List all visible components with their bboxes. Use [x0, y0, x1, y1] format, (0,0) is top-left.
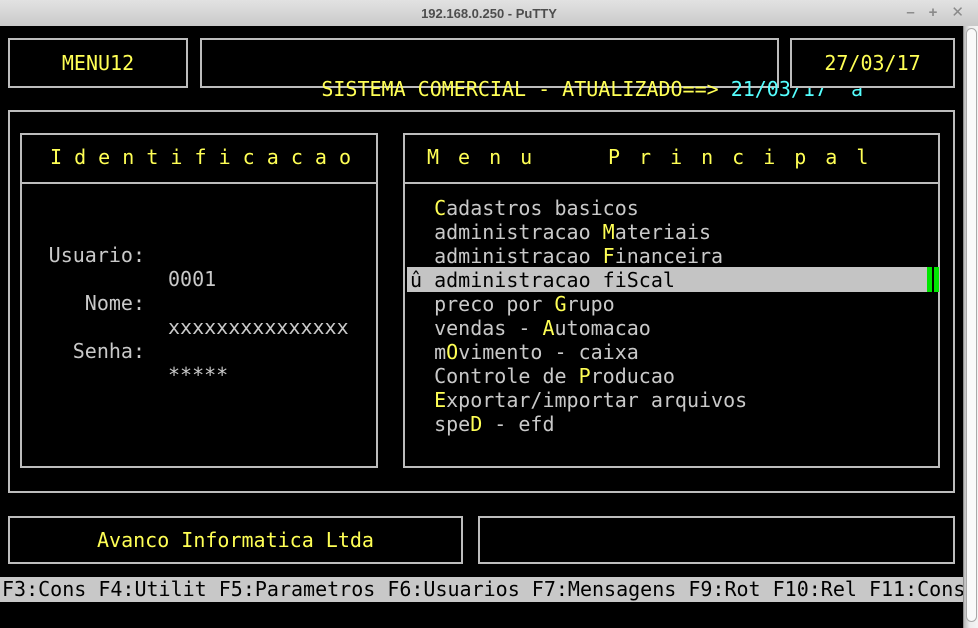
cursor-green-block [934, 267, 939, 292]
identification-panel: I d e n t i f i c a c a o Usuario: 0001 … [20, 133, 378, 468]
identification-header: I d e n t i f i c a c a o [22, 135, 376, 184]
putty-window: 192.168.0.250 - PuTTY – + ✕ MENU12 SISTE… [0, 0, 978, 628]
user-input[interactable]: 0001 [168, 267, 216, 291]
current-date: 27/03/17 [824, 51, 920, 75]
maximize-button[interactable]: + [929, 0, 938, 26]
menu-item[interactable]: preco por Grupo [410, 292, 615, 316]
user-field-row: Usuario: 0001 [22, 219, 118, 243]
menu-item[interactable]: administracao Materiais [410, 220, 711, 244]
current-date-box: 27/03/17 [790, 38, 955, 88]
menu-item[interactable]: mOvimento - caixa [410, 340, 639, 364]
password-input[interactable]: ***** [168, 363, 228, 387]
terminal-screen[interactable]: MENU12 SISTEMA COMERCIAL - ATUALIZADO==>… [0, 26, 963, 628]
system-title-box: SISTEMA COMERCIAL - ATUALIZADO==>21/03/1… [200, 38, 779, 88]
window-controls: – + ✕ [906, 0, 964, 26]
menu-code: MENU12 [62, 51, 134, 75]
function-key-bar: F3:Cons F4:Utilit F5:Parametros F6:Usuar… [0, 577, 963, 602]
minimize-button[interactable]: – [906, 0, 914, 26]
name-field-row: Nome: xxxxxxxxxxxxxxx [22, 267, 118, 291]
menu-title-word-menu: Menu [427, 145, 551, 169]
menu-item[interactable]: vendas - Automacao [410, 316, 651, 340]
password-label: Senha: [48, 339, 145, 363]
name-label: Nome: [48, 291, 145, 315]
window-title: 192.168.0.250 - PuTTY [421, 6, 557, 21]
menu-item[interactable]: Exportar/importar arquivos [410, 388, 747, 412]
company-name: Avanco Informatica Ltda [97, 528, 374, 552]
main-menu-header: Menu Principal [405, 135, 938, 184]
menu-item[interactable]: û administracao fiScal [410, 268, 675, 292]
scrollbar-thumb[interactable] [966, 28, 977, 622]
window-titlebar[interactable]: 192.168.0.250 - PuTTY – + ✕ [0, 0, 978, 27]
menu-code-box: MENU12 [8, 38, 188, 88]
menu-item[interactable]: Controle de Producao [410, 364, 675, 388]
system-title: SISTEMA COMERCIAL - ATUALIZADO==> [321, 77, 718, 101]
menu-title-word-principal: Principal [608, 145, 887, 169]
main-menu-panel: Menu Principal Cadastros basicos adminis… [403, 133, 940, 468]
user-label: Usuario: [48, 243, 145, 267]
terminal-scrollbar[interactable] [963, 26, 978, 628]
name-input[interactable]: xxxxxxxxxxxxxxx [168, 315, 349, 339]
menu-item[interactable]: administracao Financeira [410, 244, 723, 268]
company-box: Avanco Informatica Ltda [8, 516, 463, 564]
cursor-green-block [927, 267, 932, 292]
close-button[interactable]: ✕ [951, 0, 964, 26]
identification-title: I d e n t i f i c a c a o [50, 145, 351, 169]
menu-item[interactable]: speD - efd [410, 412, 555, 436]
password-field-row: Senha: ***** [22, 315, 118, 339]
menu-item[interactable]: Cadastros basicos [410, 196, 639, 220]
message-box [478, 516, 955, 564]
